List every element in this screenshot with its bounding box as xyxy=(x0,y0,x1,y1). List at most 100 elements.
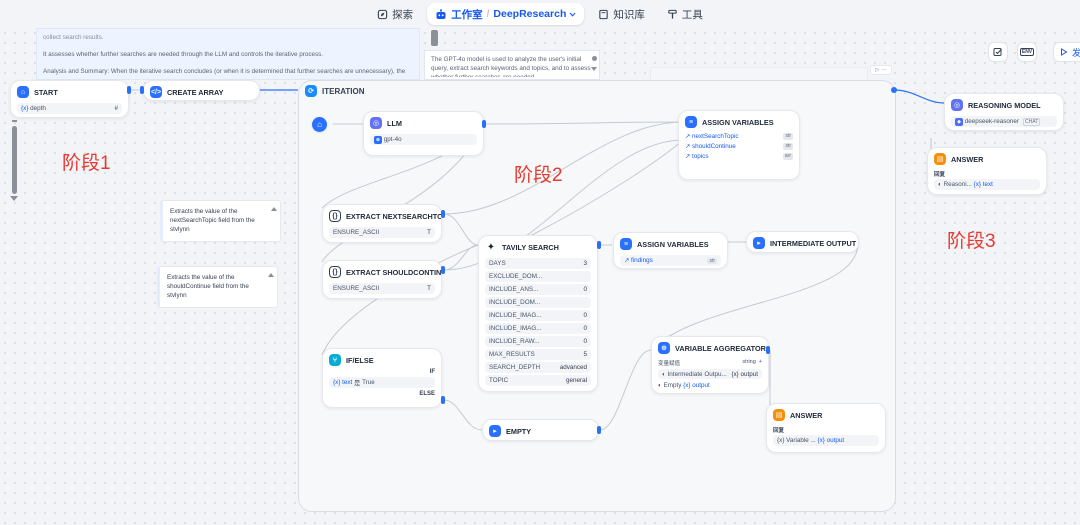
extract-continue-output-handle[interactable] xyxy=(441,266,445,274)
tavily-param-row[interactable]: INCLUDE_RAW... 0 xyxy=(485,336,591,347)
reasoning-model-row[interactable]: ◆ deepseek-reasoner CHAT xyxy=(951,116,1057,127)
assign2-title: ASSIGN VARIABLES xyxy=(637,239,709,249)
variable-aggregator-node[interactable]: ⊕ VARIABLE AGGREGATOR 变量赋值 string + ◐ In… xyxy=(651,336,769,394)
tavily-param-row[interactable]: EXCLUDE_DOM... xyxy=(485,271,591,282)
scroll-thumb[interactable] xyxy=(12,126,17,194)
nav-knowledge-label: 知识库 xyxy=(613,8,645,21)
note-gpt4o-text: The GPT-4o model is used to analyze the … xyxy=(431,56,591,77)
extract-topic-param-row[interactable]: ENSURE_ASCII T xyxy=(329,227,435,238)
if-condition-row[interactable]: {x} text 是 True xyxy=(329,377,435,388)
if-cond-var: text xyxy=(342,379,353,386)
extract-topic-title: EXTRACT NEXTSEARCHTOPIC xyxy=(346,211,441,221)
tavily-param-value: advanced xyxy=(559,364,587,371)
start-output-handle[interactable] xyxy=(127,86,131,94)
stage-1-label: 阶段1 xyxy=(62,153,111,174)
assign1-row-1[interactable]: ↗ shouldContinue str xyxy=(685,143,793,150)
nav-separator: / xyxy=(486,8,490,20)
intermediate-output-node[interactable]: ▸ INTERMEDIATE OUTPUT FC xyxy=(746,231,859,253)
tavily-param-row[interactable]: DAYS 3 xyxy=(485,258,591,269)
hammer-icon xyxy=(668,9,677,19)
if-cond-op: 是 xyxy=(354,380,361,387)
extract-continue-param-row[interactable]: ENSURE_ASCII T xyxy=(329,283,435,294)
iteration-start-node[interactable]: ⌂ xyxy=(312,117,327,132)
note-extract-topic[interactable]: Extracts the value of the nextSearchTopi… xyxy=(160,200,281,242)
reasoning-model-node[interactable]: ◎ REASONING MODEL ◆ deepseek-reasoner CH… xyxy=(944,93,1064,131)
empty-output-handle[interactable] xyxy=(597,426,601,434)
start-variable-row[interactable]: {x} depth # xyxy=(17,103,122,114)
tavily-param-key: INCLUDE_ANS... xyxy=(489,286,539,293)
description-note-top-left[interactable]: collect search results. It assesses whet… xyxy=(36,28,420,80)
assign1-var-1: shouldContinue xyxy=(692,143,736,150)
note-controls[interactable]: ▷ ··· xyxy=(870,65,892,75)
description-note-top-mid[interactable]: The GPT-4o model is used to analyze the … xyxy=(424,50,600,80)
tavily-param-row[interactable]: SEARCH_DEPTH advanced xyxy=(485,362,591,373)
tavily-param-row[interactable]: INCLUDE_IMAG... 0 xyxy=(485,310,591,321)
if-else-node[interactable]: ⑂ IF/ELSE IF {x} text 是 True ELSE xyxy=(322,348,442,408)
tavily-param-key: MAX_RESULTS xyxy=(489,351,535,358)
answer-node-inner[interactable]: ▤ ANSWER 回复 {x} Variable ... {x} output xyxy=(766,403,886,453)
nav-knowledge[interactable]: 知识库 xyxy=(590,3,653,25)
assign-variables-node-1[interactable]: ≡ ASSIGN VARIABLES ↗ nextSearchTopic str… xyxy=(678,110,800,180)
nav-explore-label: 探索 xyxy=(392,8,414,21)
start-node[interactable]: ⌂ START {x} depth # xyxy=(10,80,129,118)
aggregator-label: 变量赋值 xyxy=(658,361,681,367)
scroll-up-arrow-icon[interactable] xyxy=(12,120,17,122)
assign-variables-node-2[interactable]: ≡ ASSIGN VARIABLES ↗ findings str xyxy=(613,232,728,269)
empty-title: EMPTY xyxy=(506,426,532,436)
intermediate-title: INTERMEDIATE OUTPUT FC xyxy=(770,238,858,248)
answer-inner-row[interactable]: {x} Variable ... {x} output xyxy=(773,435,879,446)
description-note-top-right[interactable] xyxy=(650,67,868,81)
note-extract-continue[interactable]: Extracts the value of the shouldContinue… xyxy=(157,266,278,308)
checklist-button[interactable] xyxy=(988,42,1008,62)
tavily-output-handle[interactable] xyxy=(597,241,601,249)
note-scroll-controls[interactable] xyxy=(590,56,598,78)
answer-node-outer[interactable]: ▤ ANSWER 回复 ◐ Reasoni... {x} text xyxy=(927,147,1047,195)
note-scrollbar[interactable] xyxy=(431,30,438,46)
aggregator-var-1: output xyxy=(692,382,710,389)
llm-model-row[interactable]: ⊛ gpt-4o xyxy=(370,134,477,145)
note-scroll-indicator-icon xyxy=(268,273,274,277)
llm-node[interactable]: ◎ LLM ⊛ gpt-4o xyxy=(363,111,484,156)
extract-topic-val: T xyxy=(427,229,431,236)
answer-inner-src: Variable ... xyxy=(786,437,816,444)
tavily-param-row[interactable]: INCLUDE_ANS... 0 xyxy=(485,284,591,295)
llm-output-handle[interactable] xyxy=(482,120,486,128)
env-button[interactable]: ENV xyxy=(1017,42,1037,62)
extract-should-continue-node[interactable]: {} EXTRACT SHOULDCONTINUE ENSURE_ASCII T xyxy=(322,260,442,299)
stage-3-label: 阶段3 xyxy=(947,231,996,252)
empty-node[interactable]: ▸ EMPTY xyxy=(482,419,599,441)
scroll-down-arrow-icon[interactable] xyxy=(10,196,18,201)
extract-next-search-topic-node[interactable]: {} EXTRACT NEXTSEARCHTOPIC ENSURE_ASCII … xyxy=(322,204,442,243)
left-scrollbar[interactable] xyxy=(10,118,18,210)
tavily-param-row[interactable]: INCLUDE_IMAG... 0 xyxy=(485,323,591,334)
if-branch-label: IF xyxy=(429,369,435,375)
aggregator-output-handle[interactable] xyxy=(766,346,770,354)
assign1-row-2[interactable]: ↗ topics arr xyxy=(685,153,793,160)
assign1-row-0[interactable]: ↗ nextSearchTopic str xyxy=(685,133,793,140)
nav-tools[interactable]: 工具 xyxy=(659,3,711,25)
nav-studio[interactable]: 工作室 / DeepResearch xyxy=(427,3,585,25)
publish-button[interactable]: 发 xyxy=(1053,42,1080,62)
answer-outer-row[interactable]: ◐ Reasoni... {x} text xyxy=(934,179,1040,190)
nav-explore[interactable]: 探索 xyxy=(369,3,421,25)
variable-icon: {x} xyxy=(777,437,785,444)
variable-icon: {x} xyxy=(21,105,29,112)
tavily-param-row[interactable]: TOPIC general xyxy=(485,375,591,386)
aggregator-row-1[interactable]: ◐ Empty {x} output xyxy=(658,382,762,389)
answer-icon: ▤ xyxy=(773,409,785,421)
if-cond-val: True xyxy=(362,379,375,386)
assign2-row[interactable]: ↗ findings str xyxy=(620,255,721,266)
app-selector-dropdown[interactable]: DeepResearch xyxy=(493,8,576,20)
tavily-param-row[interactable]: INCLUDE_DOM... xyxy=(485,297,591,308)
aggregator-row-0[interactable]: ◐ Intermediate Outpu... {x} output xyxy=(658,369,762,379)
openai-icon: ⊛ xyxy=(374,135,382,144)
create-array-node[interactable]: </> CREATE ARRAY xyxy=(143,80,260,101)
create-array-input-handle[interactable] xyxy=(140,86,144,94)
extract-topic-output-handle[interactable] xyxy=(441,210,445,218)
env-label: ENV xyxy=(1019,48,1035,56)
aggregator-header-row: 变量赋值 string + xyxy=(658,359,762,367)
if-else-output-handle[interactable] xyxy=(441,396,445,404)
tavily-param-row[interactable]: MAX_RESULTS 5 xyxy=(485,349,591,360)
add-icon[interactable]: + xyxy=(759,359,762,367)
tavily-search-node[interactable]: ✦ TAVILY SEARCH DAYS 3 EXCLUDE_DOM... INCLU… xyxy=(478,235,598,392)
